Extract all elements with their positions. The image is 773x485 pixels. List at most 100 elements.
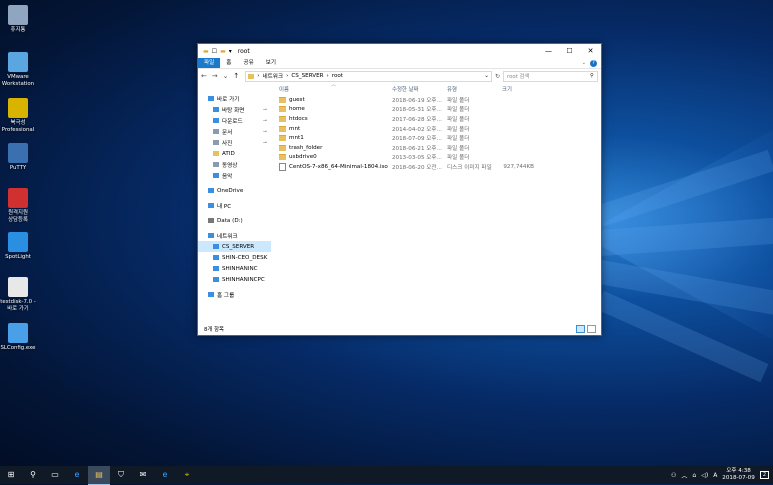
nav-item[interactable]: 음악 (198, 170, 271, 181)
store-icon[interactable]: ⛉ (110, 466, 132, 484)
properties-icon[interactable]: ☐ (212, 48, 217, 55)
desktop-icon[interactable]: 북극성 Professional (0, 98, 36, 134)
compass-icon[interactable]: ⌖ (176, 466, 198, 484)
breadcrumb-item[interactable]: root (332, 73, 343, 79)
nav-item[interactable]: 네트워크 (198, 230, 271, 241)
file-name: mnt (289, 125, 301, 132)
nav-item[interactable]: Data (D:) (198, 215, 271, 226)
refresh-button[interactable]: ↻ (495, 73, 500, 80)
desktop-icon[interactable]: PuTTY (0, 143, 36, 172)
help-icon[interactable]: ? (590, 59, 597, 67)
nav-item-label: 동영상 (222, 162, 238, 169)
nav-item[interactable]: ATID (198, 148, 271, 159)
remote-support-icon (8, 188, 28, 208)
new-folder-icon[interactable]: ▬ (220, 48, 226, 55)
file-row[interactable]: home 2018-05-31 오후... 파일 폴더 (271, 105, 601, 115)
file-row[interactable]: guest 2018-06-19 오후... 파일 폴더 (271, 95, 601, 105)
file-name-cell: mnt1 (279, 135, 392, 142)
desktop-icon-label: SpotLight (5, 254, 31, 260)
file-row[interactable]: CentOS-7-x86_64-Minimal-1804.iso 2018-06-… (271, 162, 601, 172)
nav-item[interactable]: SHINHANINC (198, 263, 271, 274)
nav-item[interactable]: 바로 가기 (198, 93, 271, 104)
file-row[interactable]: usbdrive0 2013-03-05 오후... 파일 폴더 (271, 153, 601, 163)
desktop-icon[interactable]: SLConfig.exe (0, 323, 36, 352)
nav-item[interactable]: SHIN-CEO_DESK (198, 252, 271, 263)
file-name-cell: CentOS-7-x86_64-Minimal-1804.iso (279, 162, 392, 171)
title-bar[interactable]: ▬ ☐ ▬ ▾ root — ☐ ✕ (198, 44, 601, 58)
maximize-button[interactable]: ☐ (559, 47, 580, 55)
nav-item[interactable]: CS_SERVER (198, 241, 271, 252)
ribbon-tab[interactable]: 공유 (237, 58, 259, 68)
desktop-icon-label: PuTTY (9, 165, 27, 171)
nav-item[interactable]: 바탕 화면 ⊸ (198, 104, 271, 115)
nav-item[interactable]: SHINHANINCPC (198, 274, 271, 285)
ribbon-tab[interactable]: 파일 (198, 58, 221, 68)
search-icon[interactable]: ⚲ (22, 466, 44, 484)
nav-item[interactable]: 홈 그룹 (198, 289, 271, 300)
network-icon[interactable]: ⌂ (692, 472, 696, 479)
desktop-icon[interactable]: VMware Workstation (0, 52, 36, 88)
start-icon[interactable]: ⊞ (0, 466, 22, 484)
edge-icon[interactable]: e (66, 466, 88, 484)
file-row[interactable]: mnt1 2018-07-09 오후... 파일 폴더 (271, 133, 601, 143)
vmware-icon (8, 52, 28, 72)
file-explorer-icon[interactable]: ▤ (88, 465, 110, 485)
nav-item-label: CS_SERVER (222, 243, 255, 250)
file-name: htdocs (289, 115, 308, 122)
desktop-icon[interactable]: SpotLight (0, 232, 36, 261)
ribbon-tab[interactable]: 보기 (260, 58, 282, 68)
desktop-icon-label: 북극성 Professional (1, 120, 35, 133)
column-date[interactable]: 수정한 날짜 (392, 85, 447, 93)
forward-button[interactable]: → (212, 72, 218, 80)
ribbon-tab[interactable]: 홈 (220, 58, 237, 68)
file-row[interactable]: htdocs 2017-06-28 오후... 파일 폴더 (271, 114, 601, 124)
details-view-button[interactable] (576, 325, 585, 333)
breadcrumb-item[interactable]: 네트워크 (263, 72, 284, 80)
pictures-icon (213, 140, 219, 145)
file-name: usbdrive0 (289, 154, 317, 161)
chevron-up-icon[interactable]: ︿ (681, 471, 687, 480)
task-view-icon[interactable]: ▭ (44, 466, 66, 484)
breadcrumb-item[interactable]: CS_SERVER (291, 73, 323, 79)
expand-ribbon-icon[interactable]: ⌄ (582, 60, 586, 66)
nav-item[interactable]: 다운로드 ⊸ (198, 115, 271, 126)
file-name-cell: htdocs (279, 115, 392, 122)
volume-icon[interactable]: ◁) (701, 472, 708, 479)
desktop-icon[interactable]: 원격지원 상담등록 (0, 188, 36, 224)
clock-date: 2018-07-09 (722, 475, 755, 481)
desktop-icon[interactable]: testdisk-7.0 - 바로 가기 (0, 277, 36, 313)
back-button[interactable]: ← (201, 72, 207, 80)
nav-item[interactable]: 내 PC (198, 200, 271, 211)
nav-item[interactable]: 사진 ⊸ (198, 137, 271, 148)
file-explorer-window[interactable]: ▬ ☐ ▬ ▾ root — ☐ ✕ 파일 홈 공유 보기 ⌄? ← → ⌄ ↑ › 네… (197, 43, 602, 336)
desktop-icon-label: 휴지통 (10, 27, 26, 33)
address-bar[interactable]: › 네트워크 › CS_SERVER › root ⌄ (245, 70, 492, 82)
minimize-button[interactable]: — (538, 47, 559, 55)
close-button[interactable]: ✕ (580, 47, 601, 55)
clock[interactable]: 오후 4:38 2018-07-09 (722, 468, 755, 482)
column-size[interactable]: 크기 (502, 85, 534, 93)
file-date: 2018-07-09 오후... (392, 136, 442, 143)
search-input[interactable]: root 검색 ⚲ (503, 70, 598, 82)
file-row[interactable]: trash_folder 2018-06-21 오후... 파일 폴더 (271, 143, 601, 153)
file-name-cell: guest (279, 96, 392, 103)
chevron-down-icon[interactable]: ▾ (229, 48, 232, 55)
ime-indicator[interactable]: A (713, 472, 717, 479)
recent-locations-button[interactable]: ⌄ (223, 72, 229, 80)
desktop-icon[interactable]: 휴지통 (0, 5, 36, 34)
videos-icon (213, 162, 219, 167)
item-count: 8개 항목 (204, 327, 225, 333)
address-dropdown-icon[interactable]: ⌄ (484, 73, 491, 79)
column-type[interactable]: 유형 (447, 85, 502, 93)
notifications-icon[interactable]: 2 (759, 471, 769, 479)
up-button[interactable]: ↑ (233, 72, 239, 80)
file-row[interactable]: mnt 2014-04-02 오후... 파일 폴더 (271, 124, 601, 134)
mail-icon[interactable]: ✉ (132, 466, 154, 484)
nav-item[interactable]: 문서 ⊸ (198, 126, 271, 137)
nav-item[interactable]: OneDrive (198, 185, 271, 196)
nav-item[interactable]: 동영상 (198, 159, 271, 170)
large-icons-view-button[interactable] (587, 325, 596, 333)
ie-icon[interactable]: e (154, 466, 176, 484)
people-icon[interactable]: ⚇ (671, 472, 676, 479)
folder-icon (279, 144, 286, 151)
